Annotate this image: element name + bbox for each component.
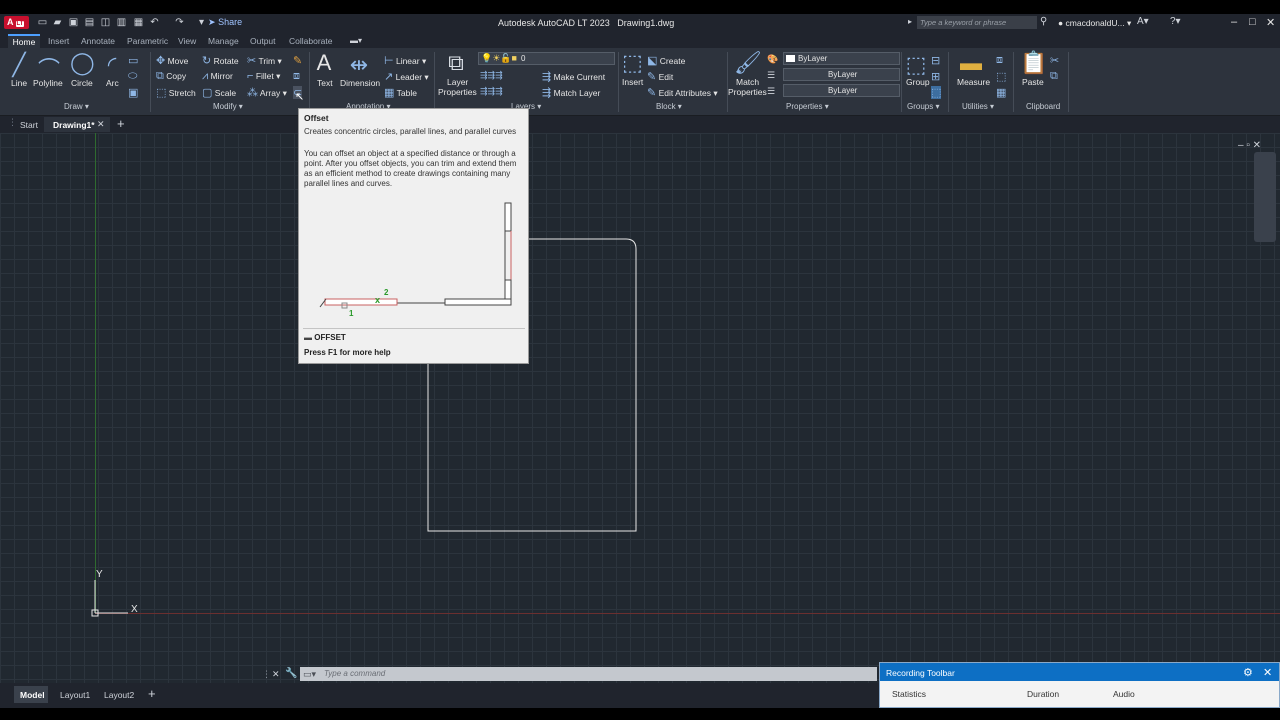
tooltip-summary: Creates concentric circles, parallel lin…: [304, 127, 517, 136]
add-layout-icon[interactable]: +: [148, 686, 156, 701]
diagram-marker-x: x: [375, 295, 380, 305]
tooltip-title: Offset: [304, 113, 329, 123]
tooltip-divider: [303, 328, 525, 329]
model-tab-label: Model: [20, 690, 45, 700]
diagram-point-2: 2: [384, 288, 389, 297]
command-icon: ▬: [304, 333, 312, 342]
recording-close-icon[interactable]: ✕: [1263, 666, 1272, 679]
command-line-grip-icon[interactable]: ⋮: [262, 669, 271, 680]
offset-diagram: x: [319, 202, 512, 309]
recent-commands-icon[interactable]: ▭▾: [303, 669, 316, 680]
command-close-icon[interactable]: ✕: [272, 669, 280, 680]
duration-label: Duration: [1027, 689, 1060, 699]
tab-layout1[interactable]: Layout1: [60, 690, 90, 700]
screen-bottom-edge: [0, 708, 1280, 720]
tooltip-command: ▬ OFFSET: [304, 333, 346, 342]
settings-gear-icon[interactable]: ⚙: [1243, 666, 1253, 679]
ucs-x-label: X: [131, 604, 138, 615]
drawing-geometry: [91, 238, 637, 617]
statistics-label: Statistics: [892, 689, 927, 699]
audio-label: Audio: [1113, 689, 1135, 699]
tab-layout2[interactable]: Layout2: [104, 690, 134, 700]
command-customize-icon[interactable]: 🔧: [285, 668, 297, 679]
diagram-point-1: 1: [349, 309, 354, 318]
ucs-y-label: Y: [96, 569, 103, 580]
tooltip-command-name: OFFSET: [314, 333, 346, 342]
recording-toolbar-title: Recording Toolbar: [886, 668, 955, 678]
ucs-icon: [94, 580, 128, 614]
command-line: [300, 667, 877, 681]
tooltip-description: You can offset an object at a specified …: [304, 149, 517, 188]
command-input[interactable]: Type a command: [324, 669, 385, 678]
tooltip-help: Press F1 for more help: [304, 348, 391, 357]
